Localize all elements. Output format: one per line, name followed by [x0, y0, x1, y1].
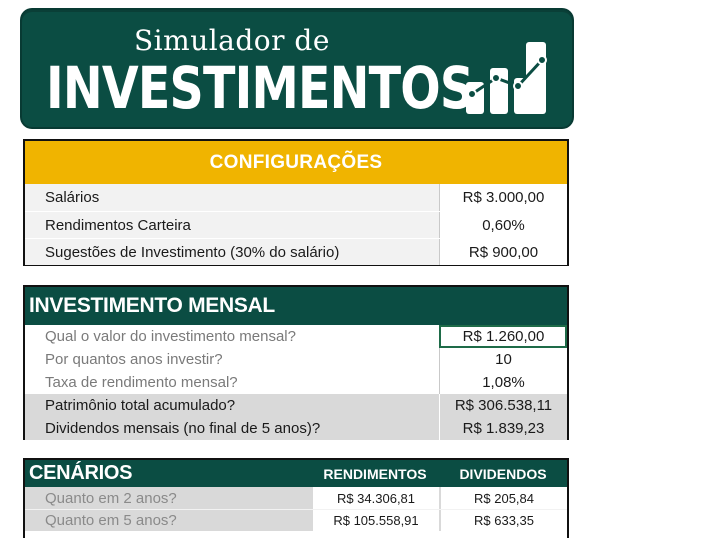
cell-rendimentos[interactable]: R$ 105.558,91 [311, 510, 439, 531]
config-row-rendimentos: Rendimentos Carteira 0,60% [25, 211, 567, 238]
cenarios-section: CENÁRIOS RENDIMENTOS DIVIDENDOS Quanto e… [23, 458, 569, 538]
mensal-header: INVESTIMENTO MENSAL [25, 287, 567, 325]
cell-label[interactable]: Por quantos anos investir? [25, 351, 439, 368]
banner-title: INVESTIMENTOS [46, 54, 474, 122]
banner-subtitle: Simulador de [134, 24, 330, 57]
col-header-dividendos: DIVIDENDOS [459, 465, 547, 482]
header-banner: Simulador de INVESTIMENTOS [22, 10, 572, 127]
cell-value[interactable]: R$ 900,00 [439, 239, 567, 265]
mensal-row-valor: Qual o valor do investimento mensal? R$ … [25, 325, 567, 348]
cell-label[interactable]: Qual o valor do investimento mensal? [25, 328, 439, 345]
mensal-row-dividendos: Dividendos mensais (no final de 5 anos)?… [25, 417, 567, 440]
mensal-row-taxa: Taxa de rendimento mensal? 1,08% [25, 371, 567, 394]
cell-label[interactable]: Patrimônio total acumulado? [25, 397, 439, 414]
cell-dividendos[interactable]: R$ 633,35 [439, 510, 567, 531]
cell-value[interactable]: R$ 306.538,11 [439, 394, 567, 417]
cenarios-row-5-anos: Quanto em 5 anos? R$ 105.558,91 R$ 633,3… [25, 509, 567, 531]
selected-cell-value[interactable]: R$ 1.260,00 [439, 325, 567, 348]
cell-dividendos[interactable]: R$ 205,84 [439, 487, 567, 509]
cell-value[interactable]: 1,08% [439, 371, 567, 394]
bar-growth-chart-icon [466, 42, 547, 114]
cell-value[interactable]: R$ 1.839,23 [439, 417, 567, 440]
cenarios-header-row: CENÁRIOS RENDIMENTOS DIVIDENDOS [25, 460, 567, 487]
mensal-row-anos: Por quantos anos investir? 10 [25, 348, 567, 371]
cenarios-header: CENÁRIOS [29, 462, 133, 484]
cell-value[interactable]: 0,60% [439, 212, 567, 238]
cell-value[interactable]: 10 [439, 348, 567, 371]
cell-label[interactable]: Rendimentos Carteira [25, 212, 439, 238]
config-row-sugestoes: Sugestões de Investimento (30% do salári… [25, 238, 567, 265]
cell-label[interactable]: Dividendos mensais (no final de 5 anos)? [25, 420, 439, 437]
col-header-rendimentos: RENDIMENTOS [323, 465, 427, 482]
config-row-salarios: Salários R$ 3.000,00 [25, 184, 567, 211]
config-header: CONFIGURAÇÕES [25, 141, 567, 184]
cell-label[interactable]: Quanto em 2 anos? [25, 490, 311, 507]
cell-label[interactable]: Sugestões de Investimento (30% do salári… [25, 239, 439, 265]
cell-rendimentos[interactable]: R$ 34.306,81 [311, 487, 439, 509]
investimento-mensal-section: INVESTIMENTO MENSAL Qual o valor do inve… [23, 285, 569, 440]
config-section: CONFIGURAÇÕES Salários R$ 3.000,00 Rendi… [23, 139, 569, 266]
cell-label[interactable]: Taxa de rendimento mensal? [25, 374, 439, 391]
cell-label[interactable]: Salários [25, 184, 439, 211]
cenarios-row-2-anos: Quanto em 2 anos? R$ 34.306,81 R$ 205,84 [25, 487, 567, 509]
cell-value[interactable]: R$ 3.000,00 [439, 184, 567, 211]
mensal-row-patrimonio: Patrimônio total acumulado? R$ 306.538,1… [25, 394, 567, 417]
cell-label[interactable]: Quanto em 5 anos? [25, 512, 311, 529]
